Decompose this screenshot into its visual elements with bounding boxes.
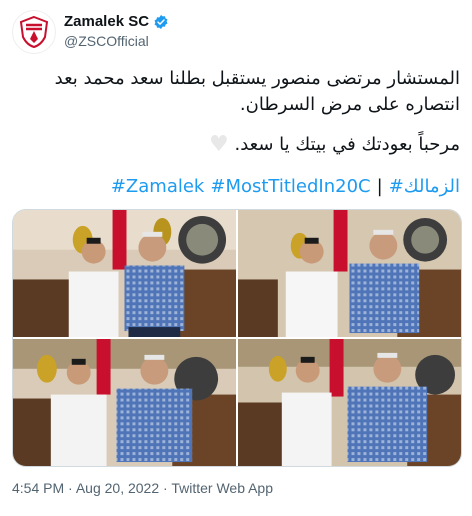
tweet-date[interactable]: Aug 20, 2022 <box>76 480 159 496</box>
display-name[interactable]: Zamalek SC <box>64 13 149 30</box>
tweet-text-line2: مرحباً بعودتك في بيتك يا سعد. <box>234 134 461 155</box>
meta-dot: · <box>68 480 73 496</box>
hashtag-most-titled[interactable]: #MostTitledIn20C <box>210 176 370 197</box>
account-names: Zamalek SC @ZSCOfficial <box>64 13 169 49</box>
hashtag-separator: | <box>376 176 383 197</box>
hashtag-row: #Zamalek #MostTitledIn20C | #الزمالك <box>12 176 460 197</box>
tweet-meta: 4:54 PM · Aug 20, 2022 · Twitter Web App <box>12 480 273 496</box>
avatar[interactable] <box>12 10 56 54</box>
photo-1[interactable] <box>13 210 236 337</box>
hashtag-arabic[interactable]: #الزمالك <box>389 176 460 197</box>
hashtag-zamalek[interactable]: #Zamalek <box>111 176 205 197</box>
tweet-text-line1: المستشار مرتضى منصور يستقبل بطلنا سعد مح… <box>54 68 460 115</box>
meta-dot: · <box>163 480 168 496</box>
photo-2[interactable] <box>238 210 461 337</box>
handle[interactable]: @ZSCOfficial <box>64 33 169 49</box>
zamalek-crest-icon <box>19 15 49 49</box>
white-heart-icon: ♥ <box>209 132 229 157</box>
tweet-body: المستشار مرتضى منصور يستقبل بطلنا سعد مح… <box>12 66 460 172</box>
tweet-header: Zamalek SC @ZSCOfficial <box>12 10 460 54</box>
tweet-source: Twitter Web App <box>171 480 274 496</box>
tweet-time[interactable]: 4:54 PM <box>12 480 64 496</box>
verified-badge-icon <box>154 14 168 29</box>
media-grid <box>12 209 462 467</box>
photo-4[interactable] <box>238 339 461 466</box>
photo-3[interactable] <box>13 339 236 466</box>
tweet-text-line2-row: مرحباً بعودتك في بيتك يا سعد. ♥ <box>12 132 460 158</box>
